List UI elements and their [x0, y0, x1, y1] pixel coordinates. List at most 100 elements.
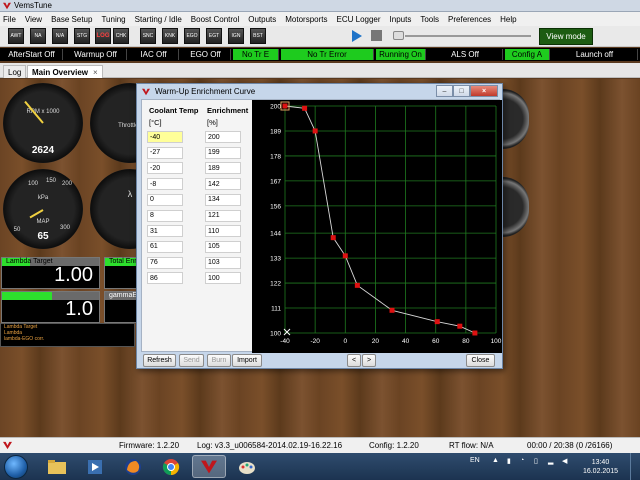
menu-inputs[interactable]: Inputs	[390, 15, 412, 24]
menu-boost-control[interactable]: Boost Control	[191, 15, 239, 24]
toolbar-egt-button[interactable]: EGT	[206, 28, 222, 44]
maximize-icon[interactable]: □	[453, 85, 470, 97]
toolbar-knk-button[interactable]: KNK	[162, 28, 178, 44]
coolant-temp-cell[interactable]: -27	[147, 146, 183, 159]
tab-log[interactable]: Log	[3, 65, 27, 78]
coolant-temp-cell[interactable]: 76	[147, 256, 183, 269]
enrichment-cell[interactable]: 189	[205, 162, 241, 175]
menu-starting-idle[interactable]: Starting / Idle	[135, 15, 182, 24]
menu-preferences[interactable]: Preferences	[448, 15, 491, 24]
menu-motorsports[interactable]: Motorsports	[285, 15, 327, 24]
chrome-taskbar-button[interactable]	[154, 455, 188, 478]
enrichment-cell[interactable]: 110	[205, 225, 241, 238]
enrichment-cell[interactable]: 103	[205, 256, 241, 269]
vemstune-taskbar-button[interactable]	[192, 455, 226, 478]
menu-tools[interactable]: Tools	[420, 15, 439, 24]
toolbar-bst-button[interactable]: BST	[250, 28, 266, 44]
start-button[interactable]	[4, 455, 28, 479]
wifi-icon[interactable]: ◔	[520, 457, 524, 464]
enrichment-cell[interactable]: 142	[205, 178, 241, 191]
right-gauge-middle	[503, 177, 529, 237]
toolbar-snc-button[interactable]: SNC	[140, 28, 156, 44]
menu-view[interactable]: View	[25, 15, 42, 24]
toolbar-log-button[interactable]: LOG	[95, 28, 111, 44]
coolant-temp-cell[interactable]: -40	[147, 131, 183, 143]
send-button[interactable]: Send	[179, 354, 204, 367]
coolant-temp-cell[interactable]: 61	[147, 240, 183, 253]
map-gauge: kPa MAP 100 150 200 50 300 65	[3, 169, 83, 249]
menu-outputs[interactable]: Outputs	[248, 15, 276, 24]
firefox-taskbar-button[interactable]	[116, 455, 150, 478]
minimize-icon[interactable]: –	[436, 85, 453, 97]
y-tick-label: 156	[270, 203, 281, 210]
menu-ecu-logger[interactable]: ECU Logger	[337, 15, 381, 24]
toolbar-chk-button[interactable]: CHK	[113, 28, 129, 44]
close-icon[interactable]: ×	[470, 85, 498, 97]
coolant-temp-cell[interactable]: 8	[147, 209, 183, 222]
stop-icon[interactable]	[371, 30, 382, 41]
toolbar-na-button[interactable]: N/A	[52, 28, 68, 44]
log-position-slider-thumb[interactable]	[393, 31, 404, 40]
coolant-temp-cell[interactable]: 86	[147, 272, 183, 285]
coolant-temp-cell[interactable]: -20	[147, 162, 183, 175]
toolbar-ign-button[interactable]: IGN	[228, 28, 244, 44]
signal-icon[interactable]: ▂	[548, 457, 553, 465]
menu-file[interactable]: File	[3, 15, 16, 24]
coolant-temp-cell[interactable]: 31	[147, 225, 183, 238]
toolbar-stg-button[interactable]: STG	[74, 28, 90, 44]
burn-button[interactable]: Burn	[207, 354, 231, 367]
lambda-target-value: 1.00	[54, 264, 93, 286]
enrichment-cell[interactable]: 100	[205, 272, 241, 285]
status-indicator-running-on: Running On	[376, 49, 426, 60]
status-indicator-config-a: Config A	[505, 49, 550, 60]
log-file-name: Log: v3.3_u006584-2014.02.19-16.22.16	[197, 441, 343, 450]
enrichment-cell[interactable]: 199	[205, 146, 241, 159]
tab-main-overview[interactable]: Main Overview ×	[27, 65, 103, 78]
media-player-taskbar-button[interactable]	[78, 455, 112, 478]
show-desktop-button[interactable]	[630, 453, 640, 480]
close-button[interactable]: Close	[466, 354, 495, 367]
show-hidden-icons-icon[interactable]: ▲	[492, 457, 499, 464]
toolbar-na-button[interactable]: NA	[30, 28, 46, 44]
tab-close-icon[interactable]: ×	[93, 68, 98, 77]
explorer-taskbar-button[interactable]	[40, 455, 74, 478]
coolant-temp-cell[interactable]: 0	[147, 193, 183, 206]
menu-tuning[interactable]: Tuning	[101, 15, 125, 24]
view-mode-button[interactable]: View mode	[539, 28, 593, 45]
x-tick-label: 0	[343, 338, 347, 345]
language-indicator[interactable]: EN	[470, 457, 480, 464]
next-button[interactable]: >	[362, 354, 376, 367]
vems-logo-icon	[201, 460, 217, 473]
enrichment-cell[interactable]: 121	[205, 209, 241, 222]
toolbar-awt-button[interactable]: AWT	[8, 28, 24, 44]
y-tick-label: 144	[270, 231, 281, 238]
volume-icon[interactable]: ◀	[562, 457, 567, 465]
battery-icon[interactable]: ▯	[534, 457, 538, 465]
x-tick-label: -20	[310, 338, 320, 345]
network-icon[interactable]: ▮	[507, 457, 511, 465]
import-button[interactable]: Import	[232, 354, 262, 367]
warmup-curve-chart[interactable]: -40 -20 0 20 40 60 80 100 100 111 122 133 144 156 167 1…	[252, 100, 502, 353]
data-point	[330, 235, 336, 241]
system-clock[interactable]: 13:40 16.02.2015	[583, 458, 618, 476]
dialog-title-bar[interactable]: Warm-Up Enrichment Curve – □ ×	[137, 84, 502, 99]
enrichment-cell[interactable]: 105	[205, 240, 241, 253]
x-tick-label: 80	[462, 338, 470, 345]
coolant-temp-unit: [°C]	[149, 118, 162, 127]
series-line	[284, 105, 476, 334]
toolbar-ego-button[interactable]: EGO	[184, 28, 200, 44]
log-position-slider-track[interactable]	[405, 35, 531, 37]
menu-help[interactable]: Help	[500, 15, 516, 24]
enrichment-cell[interactable]: 134	[205, 193, 241, 206]
refresh-button[interactable]: Refresh	[143, 354, 176, 367]
y-tick-label: 200	[270, 104, 281, 111]
y-tick-label: 100	[270, 331, 281, 338]
coolant-temp-cell[interactable]: -8	[147, 178, 183, 191]
menu-base-setup[interactable]: Base Setup	[51, 15, 92, 24]
data-point	[354, 282, 360, 288]
enrichment-cell[interactable]: 200	[205, 131, 241, 143]
prev-button[interactable]: <	[347, 354, 361, 367]
rpm-value: 2624	[31, 145, 55, 156]
paint-taskbar-button[interactable]	[230, 455, 264, 478]
play-icon[interactable]	[352, 30, 362, 42]
